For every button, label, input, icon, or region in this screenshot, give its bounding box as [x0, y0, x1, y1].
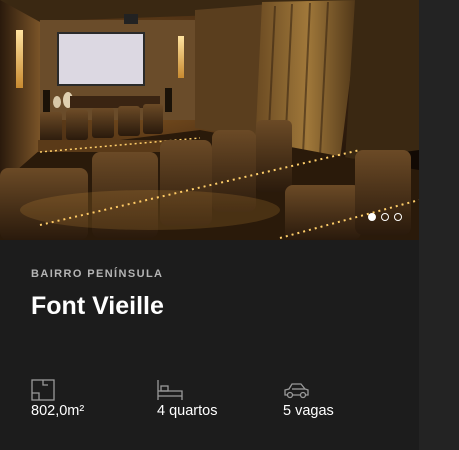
- feature-bedrooms: 4 quartos: [157, 379, 217, 419]
- area-value: 802,0m²: [31, 403, 85, 419]
- feature-area: 802,0m²: [31, 379, 84, 419]
- next-card-edge: [419, 0, 459, 450]
- listing-card[interactable]: BAIRRO PENÍNSULA Font Vieille 802,0m² 4 …: [0, 0, 459, 450]
- neighborhood-label: BAIRRO PENÍNSULA: [31, 268, 164, 280]
- parking-value: 5 vagas: [283, 403, 334, 419]
- carousel-dot-2[interactable]: [381, 213, 389, 221]
- feature-parking: 5 vagas: [283, 379, 334, 419]
- area-icon: [31, 379, 84, 401]
- listing-photo[interactable]: [0, 0, 419, 240]
- bed-icon: [157, 379, 217, 401]
- car-icon: [283, 379, 334, 401]
- carousel-indicators: [368, 213, 402, 221]
- listing-title[interactable]: Font Vieille: [31, 292, 164, 321]
- carousel-dot-3[interactable]: [394, 213, 402, 221]
- bedrooms-value: 4 quartos: [157, 403, 218, 419]
- home-theater-image: [0, 0, 419, 240]
- carousel-dot-1[interactable]: [368, 213, 376, 221]
